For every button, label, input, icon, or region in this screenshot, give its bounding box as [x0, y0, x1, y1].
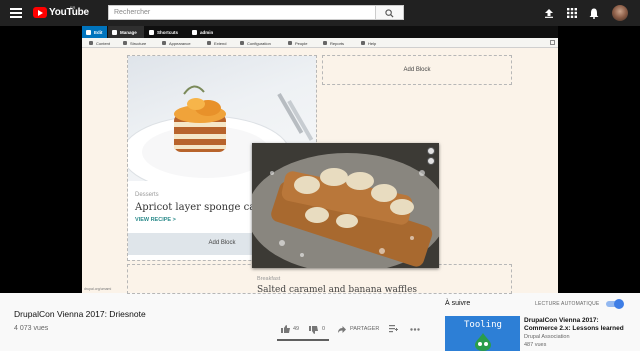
dislike-icon[interactable] — [309, 326, 318, 334]
video-title: DrupalCon Vienna 2017: Driesnote — [14, 309, 146, 319]
tray-item-content[interactable]: Content — [88, 41, 110, 46]
country-code: FR — [70, 5, 76, 10]
tray-item-structure[interactable]: Structure — [122, 41, 146, 46]
block-move-icon[interactable] — [427, 157, 435, 165]
toolbar-admin-button[interactable]: admin — [188, 26, 220, 38]
notifications-bell-icon[interactable] — [589, 8, 599, 19]
user-avatar[interactable] — [612, 5, 628, 21]
tray-item-configuration[interactable]: Configuration — [239, 41, 271, 46]
autoplay-toggle-knob — [614, 299, 624, 309]
menu-icon — [112, 29, 117, 35]
tray-item-extend[interactable]: Extend — [206, 41, 226, 46]
toolbar-edit-button[interactable]: Edit — [82, 26, 107, 38]
toolbar-manage-label: Manage — [120, 29, 137, 35]
dislike-count: 0 — [322, 326, 326, 332]
recipe-category: Desserts — [135, 192, 159, 198]
tray-orientation-toggle-icon[interactable] — [550, 40, 555, 45]
drupal-admin-tray: Content Structure Appearance Extend Conf… — [82, 38, 558, 48]
recommended-video-channel[interactable]: Drupal Association — [524, 334, 570, 340]
toolbar-shortcuts-label: Shortcuts — [157, 29, 179, 35]
view-count: 4 073 vues — [14, 325, 49, 332]
user-icon — [192, 29, 197, 35]
apps-grid-icon[interactable] — [567, 8, 577, 18]
recommended-video-views: 487 vues — [524, 342, 547, 348]
tray-item-people[interactable]: People — [287, 41, 307, 46]
toolbar-shortcuts-button[interactable]: Shortcuts — [145, 26, 187, 38]
block-settings-icon[interactable] — [427, 147, 435, 155]
add-to-playlist-icon[interactable] — [389, 325, 398, 333]
waffle-image-block[interactable] — [252, 143, 439, 268]
star-icon — [149, 29, 154, 35]
site-watermark: drupal.org/umami — [84, 287, 112, 291]
search-icon — [385, 9, 394, 18]
up-next-heading: À suivre — [445, 300, 471, 307]
hamburger-menu-icon[interactable] — [10, 8, 22, 18]
waffle-photo-icon — [252, 143, 439, 268]
second-recipe-title[interactable]: Salted caramel and banana waffles — [257, 285, 417, 295]
share-icon[interactable] — [338, 326, 346, 333]
upload-icon[interactable] — [544, 8, 554, 18]
youtube-logo-text[interactable]: YouTube — [49, 7, 89, 18]
toolbar-admin-label: admin — [200, 29, 214, 35]
add-block-link-left[interactable]: Add Block — [196, 240, 248, 246]
toolbar-manage-button[interactable]: Manage — [108, 26, 144, 38]
recipe-title[interactable]: Apricot layer sponge cake — [135, 202, 267, 213]
pencil-icon — [86, 29, 91, 35]
second-recipe-category: Breakfast — [257, 276, 281, 282]
add-block-link-right[interactable]: Add Block — [322, 67, 512, 73]
youtube-masthead: YouTube FR Rechercher — [0, 0, 640, 26]
recommended-video-thumbnail[interactable]: Tooling — [445, 316, 520, 351]
tray-item-help[interactable]: Help — [360, 41, 376, 46]
share-button[interactable]: PARTAGER — [350, 326, 379, 332]
autoplay-toggle[interactable] — [606, 299, 624, 309]
drupal-drop-icon — [475, 333, 491, 351]
like-count: 49 — [293, 326, 300, 332]
view-recipe-link[interactable]: VIEW RECIPE > — [135, 217, 176, 223]
recommended-video-title[interactable]: DrupalCon Vienna 2017: Commerce 2.x: Les… — [524, 317, 634, 333]
tray-item-reports[interactable]: Reports — [322, 41, 344, 46]
like-ratio-bar — [277, 339, 329, 341]
autoplay-label: LECTURE AUTOMATIQUE — [535, 301, 600, 307]
search-button[interactable] — [376, 5, 404, 20]
tray-item-appearance[interactable]: Appearance — [161, 41, 191, 46]
like-icon[interactable] — [281, 325, 290, 333]
youtube-logo-icon[interactable] — [33, 7, 47, 18]
drupal-admin-toolbar: Edit Manage Shortcuts admin — [82, 26, 558, 38]
search-input[interactable]: Rechercher — [108, 5, 376, 20]
thumbnail-text: Tooling — [464, 320, 502, 330]
more-actions-icon[interactable] — [410, 328, 420, 331]
toolbar-edit-label: Edit — [94, 29, 103, 35]
